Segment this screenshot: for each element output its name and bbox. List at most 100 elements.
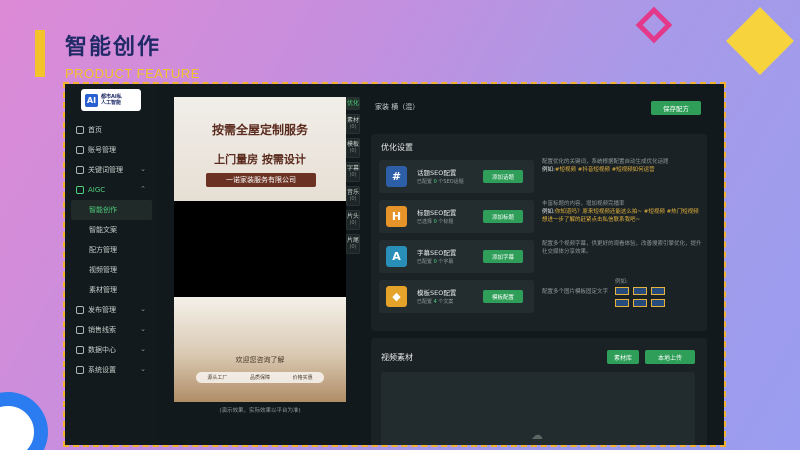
subtitle-seo-item: A 字幕SEO配置 已配置 0 个字幕 添加字幕 xyxy=(379,240,534,273)
slide-accent-bar xyxy=(35,30,45,77)
video-preview[interactable]: 按需全屋定制服务 上门量房 按需设计 一诺家装服务有限公司 欢迎您咨询了解 源头… xyxy=(174,97,346,402)
title-seo-description: 丰富标题的内容，增加视频完播率 例如:你知道吗？原来短视频还能这么拍~ #短视频… xyxy=(542,200,702,224)
chevron-down-icon: ⌄ xyxy=(140,345,146,353)
example-text: #短视频 #抖音短视频 #短视频如何运营 xyxy=(554,167,655,173)
tab-outro[interactable]: 片尾 (0) xyxy=(346,234,360,254)
pink-diamond-decoration xyxy=(635,6,673,44)
preview-headline: 按需全屋定制服务 xyxy=(211,123,308,137)
template-seo-item: ◆ 模板SEO配置 已配置 4 个文案 模板配置 xyxy=(379,280,534,313)
tab-count: (0) xyxy=(349,148,357,154)
optimize-settings-title: 优化设置 xyxy=(381,143,413,152)
add-subtitle-button[interactable]: 添加字幕 xyxy=(483,250,523,263)
title-seo-item: H 标题SEO配置 已选择 0 个标题 添加标题 xyxy=(379,200,534,233)
template-example-label: 例如: xyxy=(615,279,628,285)
stat-suffix: 个文案 xyxy=(438,299,454,305)
sidebar-subitem-smart-copy[interactable]: 智能文案 xyxy=(65,220,158,240)
logo-mark-icon: AI xyxy=(85,93,98,107)
recipe-name: 家装 横（混） xyxy=(375,103,420,111)
template-thumbnail xyxy=(651,299,665,307)
chevron-down-icon: ⌄ xyxy=(140,165,146,173)
stat-count: 0 xyxy=(433,179,437,185)
sidebar-subitem-recipe[interactable]: 配方管理 xyxy=(65,240,158,260)
tab-material[interactable]: 素材 (0) xyxy=(346,114,360,134)
chevron-down-icon: ⌄ xyxy=(140,365,146,373)
home-icon xyxy=(76,126,84,134)
sidebar-item-data[interactable]: 数据中心 ⌄ xyxy=(65,340,158,360)
topic-seo-description: 配置优化的关键词，系统根据配置自动生成优化话题 例如:#短视频 #抖音短视频 #… xyxy=(542,158,702,174)
data-icon xyxy=(76,346,84,354)
chevron-down-icon: ⌄ xyxy=(140,325,146,333)
subtitle-seo-description: 配置多个视频字幕，供更好的观看体验，改善搜索引擎优化，提升社交媒体分享效果。 xyxy=(542,241,702,255)
optimize-settings-card: 优化设置 # 话题SEO配置 已配置 0 个SEO话题 添加话题 配置优化的关键… xyxy=(371,134,707,331)
sidebar-subitem-video[interactable]: 视频管理 xyxy=(65,260,158,280)
slide-subtitle: PRODUCT FEATURE xyxy=(65,66,200,81)
tab-subtitle[interactable]: 字幕 (0) xyxy=(346,162,360,182)
stat-count: 0 xyxy=(433,259,437,265)
template-thumbnail xyxy=(633,299,647,307)
tab-count: (0) xyxy=(349,172,357,178)
seo-item-stat: 已配置 0 个字幕 xyxy=(417,258,453,265)
preview-tags: 源头工厂 品质保障 价格实惠 xyxy=(196,372,324,383)
leads-icon xyxy=(76,326,84,334)
desc-text: 丰富标题的内容，增加视频完播率 xyxy=(542,201,625,207)
local-upload-button[interactable]: 本地上传 xyxy=(645,350,695,364)
stat-suffix: 个标题 xyxy=(438,219,454,225)
stat-suffix: 个SEO话题 xyxy=(438,179,464,185)
preview-welcome: 欢迎您咨询了解 xyxy=(235,356,285,364)
stat-prefix: 已配置 xyxy=(417,179,433,185)
example-text: 你知道吗？原来短视频还能这么拍~ #短视频 #热门短视频 想进一步了解的赶紧点击… xyxy=(542,209,699,223)
tab-music[interactable]: 音乐 (0) xyxy=(346,186,360,206)
stat-suffix: 个字幕 xyxy=(438,259,454,265)
sidebar-item-leads[interactable]: 销售线索 ⌄ xyxy=(65,320,158,340)
tab-label: 音乐 xyxy=(347,189,360,196)
tab-template[interactable]: 模板 (0) xyxy=(346,138,360,158)
seo-item-stat: 已配置 4 个文案 xyxy=(417,298,453,305)
example-label: 例如: xyxy=(542,209,555,215)
sidebar-subitem-smart-create[interactable]: 智能创作 xyxy=(71,200,152,220)
example-label: 例如: xyxy=(542,167,555,173)
template-thumbnail xyxy=(651,287,665,295)
preview-tag: 品质保障 xyxy=(249,375,270,381)
video-material-title: 视频素材 xyxy=(381,353,413,362)
upload-dropzone[interactable]: ☁ xyxy=(381,372,695,445)
preview-tag: 源头工厂 xyxy=(207,375,228,381)
sidebar-item-keywords[interactable]: 关键词管理 ⌄ xyxy=(65,160,158,180)
sidebar-subitem-material[interactable]: 素材管理 xyxy=(65,280,158,300)
yellow-diamond-decoration xyxy=(726,7,794,75)
save-recipe-button[interactable]: 保存配方 xyxy=(651,101,701,115)
preview-subheadline: 上门量房 按需设计 xyxy=(214,153,306,166)
sidebar-item-accounts[interactable]: 账号管理 xyxy=(65,140,158,160)
stat-prefix: 已配置 xyxy=(417,299,433,305)
app-window: AI 都市AI私 人工智能 首页 账号管理 关键词管理 ⌄ AIGC ⌃ 智能创… xyxy=(65,84,724,445)
template-thumbnail xyxy=(633,287,647,295)
stat-count: 4 xyxy=(433,299,437,305)
logo-text: 都市AI私 人工智能 xyxy=(101,94,122,106)
sidebar-item-label: 发布管理 xyxy=(88,306,116,314)
add-topic-button[interactable]: 添加话题 xyxy=(483,170,523,183)
sidebar-item-label: 销售线索 xyxy=(88,326,116,334)
seo-item-name: 模板SEO配置 xyxy=(417,289,457,297)
sidebar-item-home[interactable]: 首页 xyxy=(65,120,158,140)
seo-item-name: 字幕SEO配置 xyxy=(417,249,457,257)
tab-intro[interactable]: 片头 (0) xyxy=(346,210,360,230)
template-config-button[interactable]: 模板配置 xyxy=(483,290,523,303)
tab-label: 字幕 xyxy=(347,165,360,172)
sidebar-item-aigc[interactable]: AIGC ⌃ xyxy=(65,180,158,200)
add-title-button[interactable]: 添加标题 xyxy=(483,210,523,223)
tab-optimize[interactable]: 优化 xyxy=(346,97,360,110)
material-library-button[interactable]: 素材库 xyxy=(607,350,639,364)
sidebar-item-settings[interactable]: 系统设置 ⌄ xyxy=(65,360,158,380)
settings-icon xyxy=(76,366,84,374)
sidebar-item-label: AIGC xyxy=(88,186,106,194)
sidebar-item-publish[interactable]: 发布管理 ⌄ xyxy=(65,300,158,320)
blue-ring-decoration xyxy=(0,392,48,450)
sidebar-item-label: 账号管理 xyxy=(88,146,116,154)
video-material-card: 视频素材 素材库 本地上传 ☁ xyxy=(371,338,707,445)
vertical-tabs: 优化 素材 (0) 模板 (0) 字幕 (0) 音乐 (0) 片头 (0) 片尾… xyxy=(346,97,360,258)
sidebar-item-label: 关键词管理 xyxy=(88,166,123,174)
preview-company-band: 一诺家装服务有限公司 xyxy=(206,173,316,187)
app-logo[interactable]: AI 都市AI私 人工智能 xyxy=(81,89,141,111)
tab-label: 优化 xyxy=(347,100,360,107)
stat-prefix: 已配置 xyxy=(417,259,433,265)
tab-label: 片尾 xyxy=(347,237,360,244)
